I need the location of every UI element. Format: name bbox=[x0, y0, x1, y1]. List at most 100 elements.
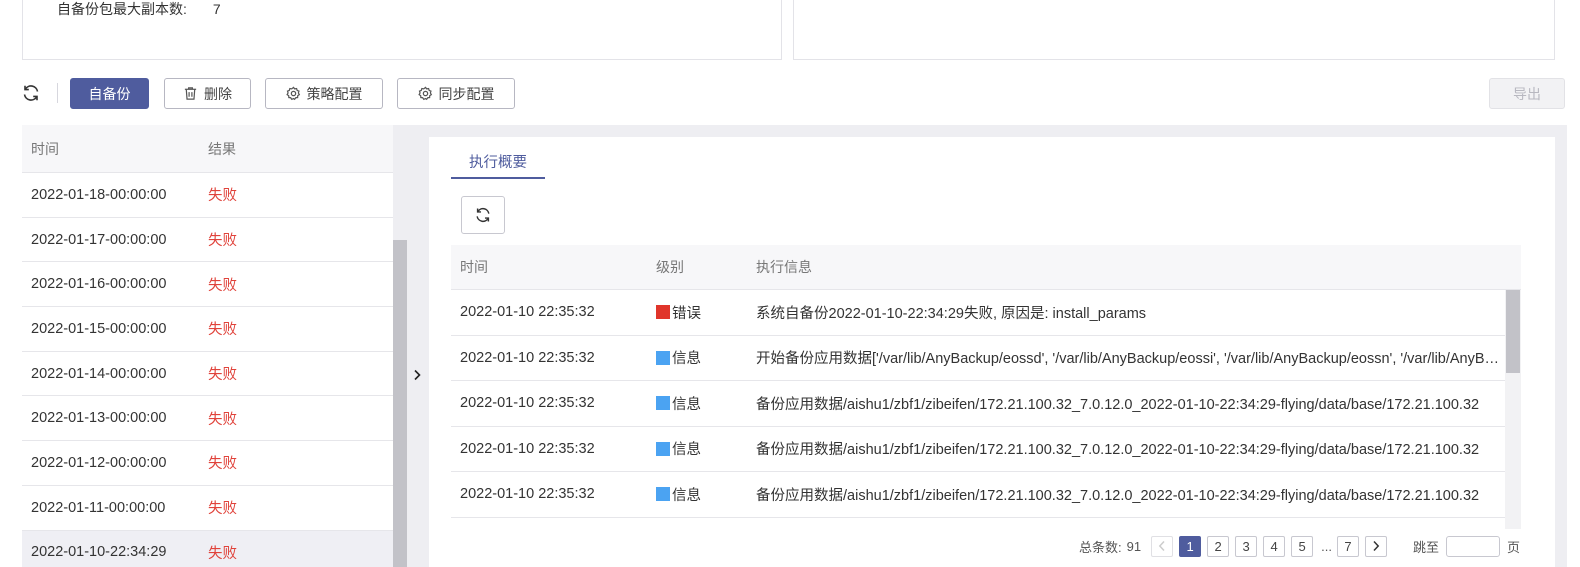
log-level: 信息 bbox=[647, 393, 756, 414]
history-time: 2022-01-12-00:00:00 bbox=[31, 454, 167, 471]
history-time: 2022-01-15-00:00:00 bbox=[31, 320, 167, 337]
history-time: 2022-01-17-00:00:00 bbox=[31, 231, 167, 248]
chevron-left-icon bbox=[1158, 540, 1165, 552]
log-level-text: 信息 bbox=[672, 351, 701, 368]
execution-log-table: 时间 级别 执行信息 2022-01-10 22:35:32 错误 系统自备份2… bbox=[451, 245, 1521, 529]
history-time: 2022-01-13-00:00:00 bbox=[31, 410, 167, 427]
refresh-icon bbox=[23, 85, 39, 101]
log-level: 信息 bbox=[647, 484, 756, 505]
log-col-time: 时间 bbox=[460, 259, 488, 275]
toolbar-divider bbox=[57, 83, 58, 103]
execution-detail-panel: 执行概要 时间 级别 执行信息 2022-01-10 22:35:32 错误 系… bbox=[429, 137, 1555, 567]
info-level-icon bbox=[656, 350, 670, 365]
log-row: 2022-01-10 22:35:32 信息 开始备份应用数据['/var/li… bbox=[451, 336, 1521, 381]
total-label: 总条数: bbox=[1079, 539, 1122, 555]
refresh-icon bbox=[476, 207, 490, 223]
log-info: 备份应用数据/aishu1/zbf1/zibeifen/172.21.100.3… bbox=[756, 396, 1480, 413]
toolbar: 自备份 删除 策略配置 同步配置 导出 bbox=[18, 77, 1568, 111]
page-button[interactable]: 4 bbox=[1263, 535, 1286, 557]
history-result: 失败 bbox=[208, 277, 237, 294]
history-scrollbar-thumb[interactable] bbox=[393, 240, 407, 567]
log-col-level: 级别 bbox=[656, 259, 684, 275]
log-level-text: 信息 bbox=[672, 396, 701, 413]
page-suffix: 页 bbox=[1506, 539, 1520, 555]
log-level-text: 错误 bbox=[672, 305, 701, 322]
info-level-icon bbox=[656, 441, 670, 456]
max-copies-row: 自备份包最大副本数: 7 bbox=[57, 0, 221, 19]
jump-page-input[interactable] bbox=[1445, 535, 1500, 557]
log-time: 2022-01-10 22:35:32 bbox=[460, 486, 595, 503]
log-level: 信息 bbox=[647, 438, 756, 459]
max-copies-label: 自备份包最大副本数: bbox=[57, 1, 187, 17]
page-button[interactable]: 2 bbox=[1207, 535, 1230, 557]
refresh-button[interactable] bbox=[18, 80, 44, 106]
history-result: 失败 bbox=[208, 501, 237, 518]
history-row[interactable]: 2022-01-13-00:00:00 失败 bbox=[22, 396, 393, 442]
history-row[interactable]: 2022-01-18-00:00:00 失败 bbox=[22, 173, 393, 218]
page-button[interactable]: 5 bbox=[1291, 535, 1314, 557]
history-row[interactable]: 2022-01-15-00:00:00 失败 bbox=[22, 307, 393, 352]
page-button[interactable]: 3 bbox=[1235, 535, 1258, 557]
self-backup-button[interactable]: 自备份 bbox=[70, 78, 149, 109]
log-info: 系统自备份2022-01-10-22:34:29失败, 原因是: install… bbox=[756, 305, 1147, 322]
delete-button[interactable]: 删除 bbox=[164, 78, 251, 109]
log-time: 2022-01-10 22:35:32 bbox=[460, 304, 595, 321]
log-col-info: 执行信息 bbox=[756, 259, 812, 275]
collapse-panel-button[interactable] bbox=[409, 365, 425, 385]
page-button[interactable]: 1 bbox=[1179, 535, 1202, 557]
tab-execution-summary[interactable]: 执行概要 bbox=[451, 151, 545, 179]
log-info: 开始备份应用数据['/var/lib/AnyBackup/eossd', '/v… bbox=[756, 351, 1521, 368]
log-row: 2022-01-10 22:35:32 信息 备份应用数据/aishu1/zbf… bbox=[451, 427, 1521, 472]
log-row: 2022-01-10 22:35:32 信息 备份应用数据/aishu1/zbf… bbox=[451, 381, 1521, 427]
log-time: 2022-01-10 22:35:32 bbox=[460, 349, 595, 366]
total-count: 91 bbox=[1126, 538, 1142, 554]
history-row[interactable]: 2022-01-14-00:00:00 失败 bbox=[22, 352, 393, 397]
log-info: 备份应用数据/aishu1/zbf1/zibeifen/172.21.100.3… bbox=[756, 442, 1480, 459]
delete-label: 删除 bbox=[204, 85, 232, 102]
jump-label: 跳至 bbox=[1412, 539, 1439, 555]
log-row: 2022-01-10 22:35:32 信息 备份应用数据/aishu1/zbf… bbox=[451, 472, 1521, 518]
log-level: 信息 bbox=[647, 347, 756, 368]
log-row: 2022-01-10 22:35:32 错误 系统自备份2022-01-10-2… bbox=[451, 290, 1521, 336]
chevron-right-icon bbox=[1373, 540, 1380, 552]
history-result: 失败 bbox=[208, 545, 237, 562]
log-info: 备份应用数据/aishu1/zbf1/zibeifen/172.21.100.3… bbox=[756, 487, 1480, 504]
history-result: 失败 bbox=[208, 233, 237, 250]
history-row-selected[interactable]: 2022-01-10-22:34:29 失败 bbox=[22, 530, 393, 567]
history-col-time: 时间 bbox=[31, 140, 59, 157]
log-scrollbar-thumb[interactable] bbox=[1506, 290, 1520, 373]
chevron-right-icon bbox=[414, 369, 421, 381]
sync-config-button[interactable]: 同步配置 bbox=[397, 78, 515, 109]
self-backup-label: 自备份 bbox=[88, 85, 131, 102]
log-level-text: 信息 bbox=[672, 487, 701, 504]
history-row[interactable]: 2022-01-11-00:00:00 失败 bbox=[22, 486, 393, 531]
history-time: 2022-01-14-00:00:00 bbox=[31, 365, 167, 382]
prev-page-button[interactable] bbox=[1151, 535, 1174, 557]
history-result: 失败 bbox=[208, 456, 237, 473]
history-header: 时间 结果 bbox=[22, 125, 393, 173]
policy-config-button[interactable]: 策略配置 bbox=[265, 78, 383, 109]
info-level-icon bbox=[656, 396, 670, 411]
history-result: 失败 bbox=[208, 367, 237, 384]
history-row[interactable]: 2022-01-17-00:00:00 失败 bbox=[22, 218, 393, 263]
page-button-last[interactable]: 7 bbox=[1336, 535, 1359, 557]
page-ellipsis[interactable]: ... bbox=[1321, 539, 1332, 554]
backup-summary-card: 自备份包最大副本数: 7 bbox=[22, 0, 782, 60]
detail-refresh-button[interactable] bbox=[461, 196, 505, 234]
pagination: 总条数: 91 1 2 3 4 5 ... 7 跳至 页 bbox=[1079, 535, 1520, 557]
trash-icon bbox=[184, 87, 197, 100]
history-time: 2022-01-11-00:00:00 bbox=[31, 499, 166, 516]
history-result: 失败 bbox=[208, 188, 237, 205]
history-row[interactable]: 2022-01-12-00:00:00 失败 bbox=[22, 441, 393, 486]
next-page-button[interactable] bbox=[1364, 535, 1387, 557]
log-level: 错误 bbox=[647, 302, 756, 323]
backup-history-list: 时间 结果 2022-01-18-00:00:00 失败 2022-01-17-… bbox=[22, 125, 393, 567]
history-time: 2022-01-16-00:00:00 bbox=[31, 276, 167, 293]
log-level-text: 信息 bbox=[672, 442, 701, 459]
policy-config-label: 策略配置 bbox=[306, 85, 363, 102]
export-button[interactable]: 导出 bbox=[1489, 78, 1565, 109]
history-row[interactable]: 2022-01-16-00:00:00 失败 bbox=[22, 262, 393, 308]
summary-card-right bbox=[793, 0, 1555, 60]
log-time: 2022-01-10 22:35:32 bbox=[460, 440, 595, 457]
error-level-icon bbox=[656, 305, 670, 320]
